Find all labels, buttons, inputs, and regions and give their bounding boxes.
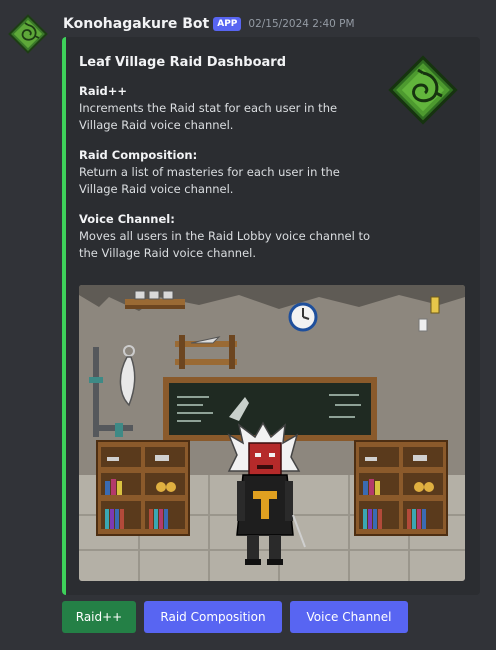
field-raid-composition: Raid Composition: Return a list of maste… (79, 147, 379, 198)
message-header: Konohagakure Bot APP 02/15/2024 2:40 PM (63, 13, 355, 35)
embed-thumbnail[interactable] (386, 53, 460, 127)
embed-image[interactable] (79, 285, 465, 581)
leaf-village-emblem-icon (388, 55, 458, 125)
field-name: Voice Channel: (79, 212, 175, 226)
voice-channel-button[interactable]: Voice Channel (290, 601, 408, 633)
author-name[interactable]: Konohagakure Bot (63, 16, 209, 32)
message-timestamp: 02/15/2024 2:40 PM (248, 18, 355, 30)
action-buttons-row: Raid++ Raid Composition Voice Channel (62, 601, 408, 633)
field-value: Moves all users in the Raid Lobby voice … (79, 229, 371, 260)
bot-avatar[interactable] (8, 14, 48, 54)
app-badge: APP (213, 17, 242, 31)
embed-card: Leaf Village Raid Dashboard Raid++ Incre… (62, 37, 480, 595)
field-value: Increments the Raid stat for each user i… (79, 101, 338, 132)
raid-plus-button[interactable]: Raid++ (62, 601, 136, 633)
left-bookshelves (96, 440, 190, 536)
field-raid-plus: Raid++ Increments the Raid stat for each… (79, 83, 379, 134)
leaf-village-avatar-icon (8, 14, 48, 54)
embed-accent-bar (62, 37, 66, 595)
field-value: Return a list of masteries for each user… (79, 165, 340, 196)
pixel-art-dojo-room-image (79, 285, 465, 581)
field-name: Raid++ (79, 84, 128, 98)
embed-title: Leaf Village Raid Dashboard (79, 55, 287, 70)
right-bookshelves (354, 440, 448, 536)
field-voice-channel: Voice Channel: Moves all users in the Ra… (79, 211, 379, 262)
field-name: Raid Composition: (79, 148, 198, 162)
raid-composition-button[interactable]: Raid Composition (144, 601, 282, 633)
